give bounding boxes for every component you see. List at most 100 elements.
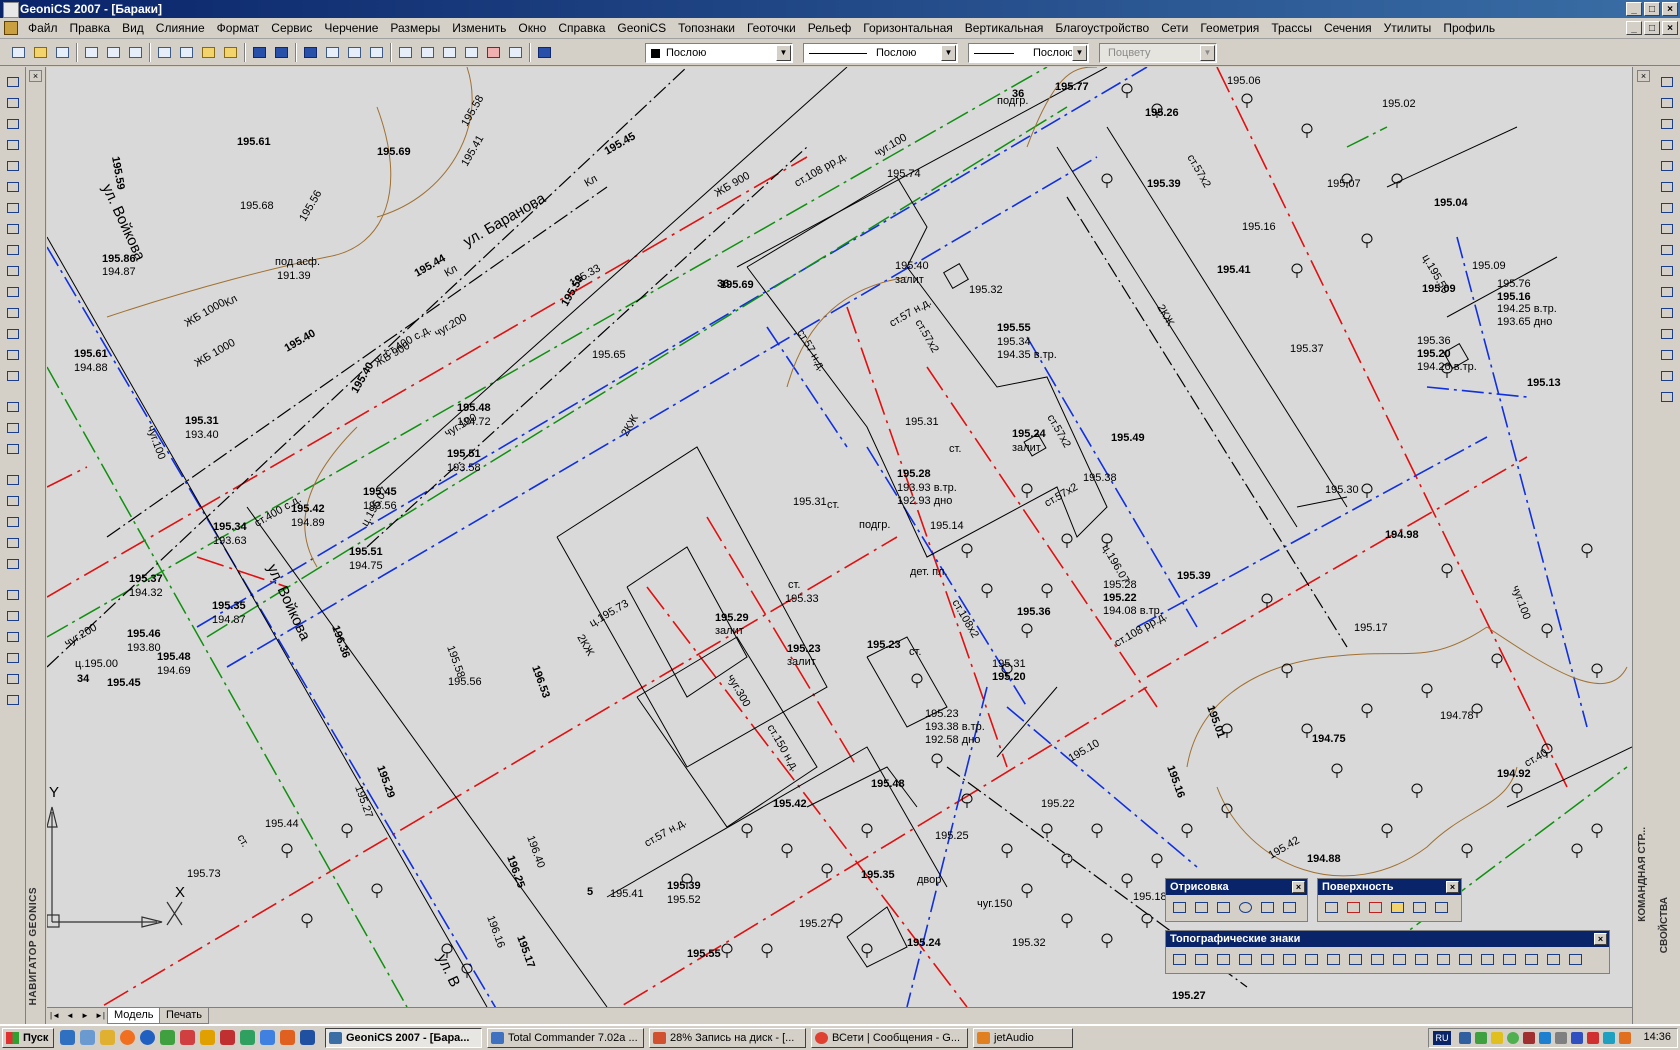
map-label[interactable]: 195.23 (925, 708, 959, 720)
app-icon[interactable] (260, 1030, 275, 1045)
scale-icon[interactable] (1658, 220, 1676, 237)
task-geonics[interactable]: GeoniCS 2007 - [Бара... (325, 1028, 482, 1048)
map-label[interactable]: 193.80 (127, 642, 161, 654)
map-label[interactable]: 195.23 (787, 643, 821, 655)
map-label[interactable]: чуг.150 (977, 898, 1012, 910)
menu-item[interactable]: Вид (116, 21, 150, 35)
tray-icon[interactable] (1539, 1032, 1551, 1044)
map-label[interactable]: 195.45 (603, 130, 638, 157)
grid-sign-icon[interactable] (1389, 950, 1410, 969)
publish-icon[interactable] (125, 43, 145, 62)
layer-iso-icon[interactable] (4, 440, 22, 457)
markup-icon[interactable] (483, 43, 503, 62)
map-label[interactable]: 195.58 (459, 93, 486, 128)
map-label[interactable]: 193.65 дно (1497, 316, 1552, 328)
map-label[interactable]: 195.61 (74, 348, 108, 360)
slope-sign-icon[interactable] (1565, 950, 1586, 969)
task-jetaudio[interactable]: jetAudio (973, 1028, 1073, 1048)
volume-icon[interactable] (1619, 1032, 1631, 1044)
cut-icon[interactable] (154, 43, 174, 62)
multiline-text-icon[interactable] (4, 367, 22, 384)
map-label[interactable]: 195.16 (1497, 291, 1531, 303)
mirror-icon[interactable] (1658, 115, 1676, 132)
tray-icon[interactable] (1491, 1032, 1503, 1044)
map-label[interactable]: ст.40 (1523, 747, 1550, 770)
menu-item[interactable]: Вертикальная (959, 21, 1050, 35)
move-icon[interactable] (4, 555, 22, 572)
map-label[interactable]: чуг.200 (433, 312, 470, 340)
field-icon[interactable] (4, 691, 22, 708)
chevron-down-icon[interactable]: ▼ (776, 45, 791, 61)
map-label[interactable]: 195.33 (785, 593, 819, 605)
map-label[interactable]: 195.48 (157, 651, 191, 663)
map-label[interactable]: 195.41 (459, 133, 486, 168)
menu-item[interactable]: Файл (22, 21, 64, 35)
map-label[interactable]: 195.35 (212, 600, 246, 612)
calculator-icon[interactable] (505, 43, 525, 62)
table-icon[interactable] (4, 346, 22, 363)
chevron-down-icon[interactable]: ▼ (941, 45, 956, 61)
map-label[interactable]: 36 (717, 278, 729, 290)
copy-icon[interactable] (1658, 94, 1676, 111)
map-label[interactable]: 195.22 (1041, 798, 1075, 810)
insert-block-icon[interactable] (4, 262, 22, 279)
map-label[interactable]: 195.73 (187, 868, 221, 880)
map-label[interactable]: 195.55 (997, 322, 1031, 334)
app-icon[interactable] (180, 1030, 195, 1045)
revision-cloud-icon[interactable] (4, 220, 22, 237)
map-label[interactable]: 195.40 (283, 327, 318, 354)
map-label[interactable]: 195.68 (240, 200, 274, 212)
map-label[interactable]: 195.39 (1177, 570, 1211, 582)
offset-icon[interactable] (1658, 136, 1676, 153)
help-icon[interactable] (534, 43, 554, 62)
map-label[interactable]: 195.37 (1290, 343, 1324, 355)
map-label[interactable]: 34 (77, 673, 90, 685)
map-label[interactable]: 195.34 (997, 336, 1031, 348)
menu-item[interactable]: Черчение (318, 21, 384, 35)
circle-t-sign-icon[interactable] (1345, 950, 1366, 969)
map-label[interactable]: 194.87 (212, 614, 246, 626)
ellipse-arc-icon[interactable] (4, 199, 22, 216)
network-icon[interactable] (1459, 1032, 1471, 1044)
polyline-tool-icon[interactable] (1169, 898, 1190, 917)
map-label[interactable]: 195.16 (1242, 221, 1276, 233)
map-label[interactable]: 195.38 (1083, 472, 1117, 484)
map-label[interactable]: 195.32 (1012, 937, 1046, 949)
map-label[interactable]: ст. (234, 833, 251, 850)
map-label[interactable]: ц.195.00 (75, 658, 118, 670)
zoom-realtime-icon[interactable] (322, 43, 342, 62)
tree-sign-icon[interactable] (1169, 950, 1190, 969)
map-label[interactable]: 194.25 в.тр. (1497, 303, 1557, 315)
map-label[interactable]: ст. (788, 579, 800, 591)
map-label[interactable]: 192.58 дно (925, 734, 980, 746)
menu-item[interactable]: Утилиты (1378, 21, 1438, 35)
map-label[interactable]: 195.41 (610, 888, 644, 900)
trim-icon[interactable] (1658, 262, 1676, 279)
new-file-icon[interactable] (8, 43, 28, 62)
map-label[interactable]: 5 (587, 886, 593, 898)
app-icon[interactable] (200, 1030, 215, 1045)
offset-icon[interactable] (4, 513, 22, 530)
map-label[interactable]: 195.36 (1017, 606, 1051, 618)
tray-icon[interactable] (1555, 1032, 1567, 1044)
close-icon[interactable]: × (1446, 881, 1459, 893)
map-label[interactable]: 195.55 (687, 948, 721, 960)
tray-icon[interactable] (1587, 1032, 1599, 1044)
map-label[interactable]: 195.61 (237, 136, 271, 148)
map-label[interactable]: 195.18 (1133, 891, 1167, 903)
map-label[interactable]: 195.34 (213, 521, 248, 533)
slope-sign-icon[interactable] (1477, 950, 1498, 969)
map-label[interactable]: 195.04 (1434, 197, 1469, 209)
close-icon[interactable]: × (1292, 881, 1305, 893)
map-label[interactable]: ст. (909, 646, 921, 658)
map-label[interactable]: 195.36 (1417, 335, 1451, 347)
contour-icon[interactable] (1343, 898, 1364, 917)
ellipse-icon[interactable] (4, 178, 22, 195)
doc-restore-button[interactable]: □ (1644, 21, 1660, 35)
map-label[interactable]: 2КЖ (574, 633, 596, 659)
opera-icon[interactable] (220, 1030, 235, 1045)
map-label[interactable]: ст. (949, 443, 961, 455)
map-label[interactable]: 195.31 (905, 416, 939, 428)
map-label[interactable]: 195.29 (374, 764, 397, 800)
map-label[interactable]: ЖБ 1000 (193, 337, 238, 370)
